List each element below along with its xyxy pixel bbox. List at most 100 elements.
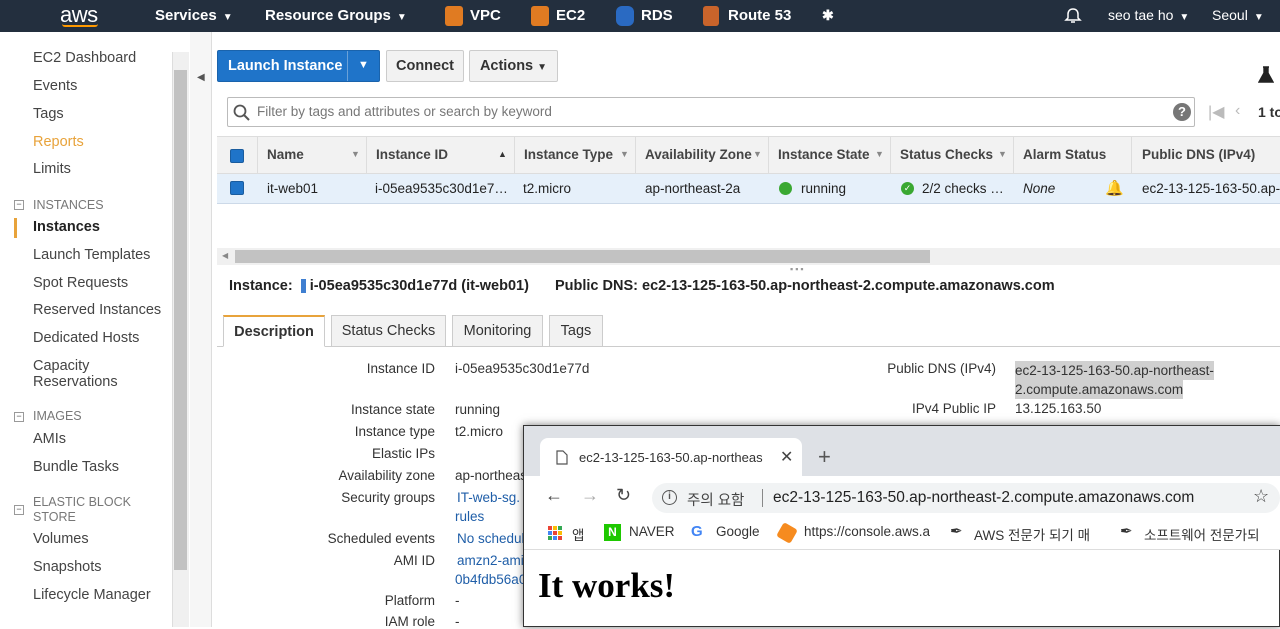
- sidebar-collapse-handle[interactable]: ◀: [190, 32, 212, 627]
- column-header-instance-type[interactable]: Instance Type: [524, 147, 613, 162]
- sort-icon[interactable]: ▼: [875, 149, 884, 159]
- close-tab-icon[interactable]: ✕: [780, 447, 793, 467]
- bookmark-aws-console[interactable]: https://console.aws.a: [804, 524, 930, 539]
- alarm-bell-icon[interactable]: 🔔: [1105, 179, 1124, 197]
- column-header-public-dns[interactable]: Public DNS (IPv4): [1142, 147, 1255, 162]
- shortcut-route53[interactable]: Route 53: [728, 7, 791, 24]
- back-icon[interactable]: ←: [545, 485, 563, 506]
- link-ami-id-cont[interactable]: 0b4fdb56a0: [455, 572, 526, 587]
- sidebar-item-launch-templates[interactable]: Launch Templates: [33, 247, 150, 263]
- launch-instance-button[interactable]: Launch Instance: [217, 50, 380, 82]
- apps-grid-icon[interactable]: [548, 526, 562, 540]
- pin-icon[interactable]: ✱: [822, 7, 834, 24]
- cell-instance-type: t2.micro: [523, 181, 572, 196]
- column-header-instance-state[interactable]: Instance State: [778, 147, 870, 162]
- sort-icon[interactable]: ▼: [998, 149, 1007, 159]
- bookmark-aws-expert[interactable]: AWS 전문가 되기 매: [974, 524, 1090, 544]
- collapse-icon[interactable]: −: [14, 200, 24, 210]
- sidebar-item-spot-requests[interactable]: Spot Requests: [33, 275, 128, 291]
- sidebar-item-volumes[interactable]: Volumes: [33, 531, 89, 547]
- chevron-down-icon[interactable]: ▼: [358, 59, 369, 71]
- forward-icon[interactable]: →: [581, 485, 599, 506]
- value-public-dns[interactable]: ec2-13-125-163-50.ap-northeast- 2.comput…: [1015, 361, 1214, 399]
- collapse-icon[interactable]: −: [14, 505, 24, 515]
- sidebar-item-reserved-instances[interactable]: Reserved Instances: [33, 302, 161, 318]
- first-page-icon[interactable]: |◀: [1208, 102, 1224, 122]
- column-header-alarm-status[interactable]: Alarm Status: [1023, 147, 1106, 162]
- table-scroll-thumb[interactable]: [235, 250, 930, 263]
- cell-instance-id: i-05ea9535c30d1e7…: [375, 181, 508, 196]
- table-row[interactable]: it-web01 i-05ea9535c30d1e7… t2.micro ap-…: [217, 174, 1280, 204]
- sidebar-item-lifecycle-manager[interactable]: Lifecycle Manager: [33, 587, 151, 603]
- label-platform: Platform: [384, 593, 435, 608]
- column-divider: [890, 137, 891, 175]
- shortcut-rds[interactable]: RDS: [641, 7, 673, 24]
- sidebar-item-bundle-tasks[interactable]: Bundle Tasks: [33, 459, 119, 475]
- sidebar-item-snapshots[interactable]: Snapshots: [33, 559, 102, 575]
- sidebar-item-limits[interactable]: Limits: [33, 161, 71, 177]
- bookmark-software-expert[interactable]: 소프트웨어 전문가되: [1144, 524, 1260, 544]
- sidebar-item-reports[interactable]: Reports: [33, 134, 84, 150]
- value-instance-id: i-05ea9535c30d1e77d: [455, 361, 590, 376]
- link-security-group[interactable]: IT-web-sg.: [457, 490, 520, 505]
- value-scheduled-events[interactable]: No schedul: [457, 531, 525, 546]
- sidebar-item-events[interactable]: Events: [33, 78, 77, 94]
- sidebar-item-capacity-reservations[interactable]: Capacity Reservations: [33, 358, 118, 390]
- sidebar-item-dedicated-hosts[interactable]: Dedicated Hosts: [33, 330, 139, 346]
- row-checkbox[interactable]: [230, 181, 244, 195]
- flask-icon[interactable]: [1258, 66, 1274, 84]
- services-menu[interactable]: Services ▼: [155, 7, 233, 24]
- bookmark-google[interactable]: Google: [716, 524, 760, 539]
- cell-status-checks: 2/2 checks …: [922, 181, 1004, 196]
- tab-tags[interactable]: Tags: [549, 315, 603, 347]
- sort-icon[interactable]: ▼: [620, 149, 629, 159]
- actions-button[interactable]: Actions ▼: [469, 50, 558, 82]
- column-header-name[interactable]: Name: [267, 147, 304, 162]
- shortcut-vpc[interactable]: VPC: [470, 7, 501, 24]
- user-menu[interactable]: seo tae ho ▼: [1108, 7, 1189, 23]
- sidebar-item-tags[interactable]: Tags: [33, 106, 64, 122]
- column-divider: [257, 137, 258, 175]
- sidebar-scroll-thumb[interactable]: [174, 70, 187, 570]
- shortcut-ec2[interactable]: EC2: [556, 7, 585, 24]
- star-icon[interactable]: ☆: [1253, 486, 1269, 507]
- column-header-status-checks[interactable]: Status Checks: [900, 147, 993, 162]
- resize-handle-icon[interactable]: ▪▪▪: [790, 264, 806, 274]
- bookmark-apps[interactable]: 앱: [572, 524, 584, 544]
- sidebar-item-instances[interactable]: Instances: [33, 219, 100, 235]
- resource-groups-menu[interactable]: Resource Groups ▼: [265, 7, 407, 24]
- info-icon[interactable]: i: [662, 490, 677, 505]
- sidebar-item-amis[interactable]: AMIs: [33, 431, 66, 447]
- cell-public-dns: ec2-13-125-163-50.ap-…: [1142, 181, 1280, 196]
- link-ami-id[interactable]: amzn2-ami: [457, 553, 524, 568]
- sort-icon[interactable]: ▼: [351, 149, 360, 159]
- url-text[interactable]: ec2-13-125-163-50.ap-northeast-2.compute…: [773, 489, 1194, 507]
- sidebar-item-ec2-dashboard[interactable]: EC2 Dashboard: [33, 50, 136, 66]
- rds-icon: [616, 6, 634, 26]
- chevron-down-icon: ▼: [222, 12, 233, 23]
- top-navigation-bar: aws Services ▼ Resource Groups ▼ VPC EC2 R…: [0, 0, 1280, 32]
- help-icon[interactable]: ?: [1173, 103, 1191, 121]
- tab-monitoring[interactable]: Monitoring: [452, 315, 543, 347]
- collapse-icon[interactable]: −: [14, 412, 24, 422]
- new-tab-icon[interactable]: +: [818, 444, 831, 470]
- tab-status-checks[interactable]: Status Checks: [331, 315, 446, 347]
- sort-ascending-icon[interactable]: ▲: [498, 149, 507, 159]
- connect-button[interactable]: Connect: [386, 50, 464, 82]
- scroll-left-icon[interactable]: ◀: [222, 251, 228, 260]
- previous-page-icon[interactable]: ‹: [1235, 102, 1240, 120]
- column-header-availability-zone[interactable]: Availability Zone: [645, 147, 752, 162]
- search-placeholder: Filter by tags and attributes or search …: [257, 104, 552, 119]
- ec2-icon: [531, 6, 549, 26]
- column-header-instance-id[interactable]: Instance ID: [376, 147, 448, 162]
- bookmark-naver[interactable]: NAVER: [629, 524, 675, 539]
- region-menu[interactable]: Seoul ▼: [1212, 7, 1264, 23]
- column-divider: [1131, 137, 1132, 175]
- sort-icon[interactable]: ▼: [753, 149, 762, 159]
- actions-label: Actions: [479, 58, 534, 74]
- tab-description[interactable]: Description: [223, 315, 325, 347]
- link-view-rules[interactable]: rules: [455, 509, 484, 524]
- bell-icon[interactable]: [1064, 7, 1082, 25]
- select-all-checkbox[interactable]: [230, 149, 244, 163]
- reload-icon[interactable]: ↻: [616, 485, 631, 506]
